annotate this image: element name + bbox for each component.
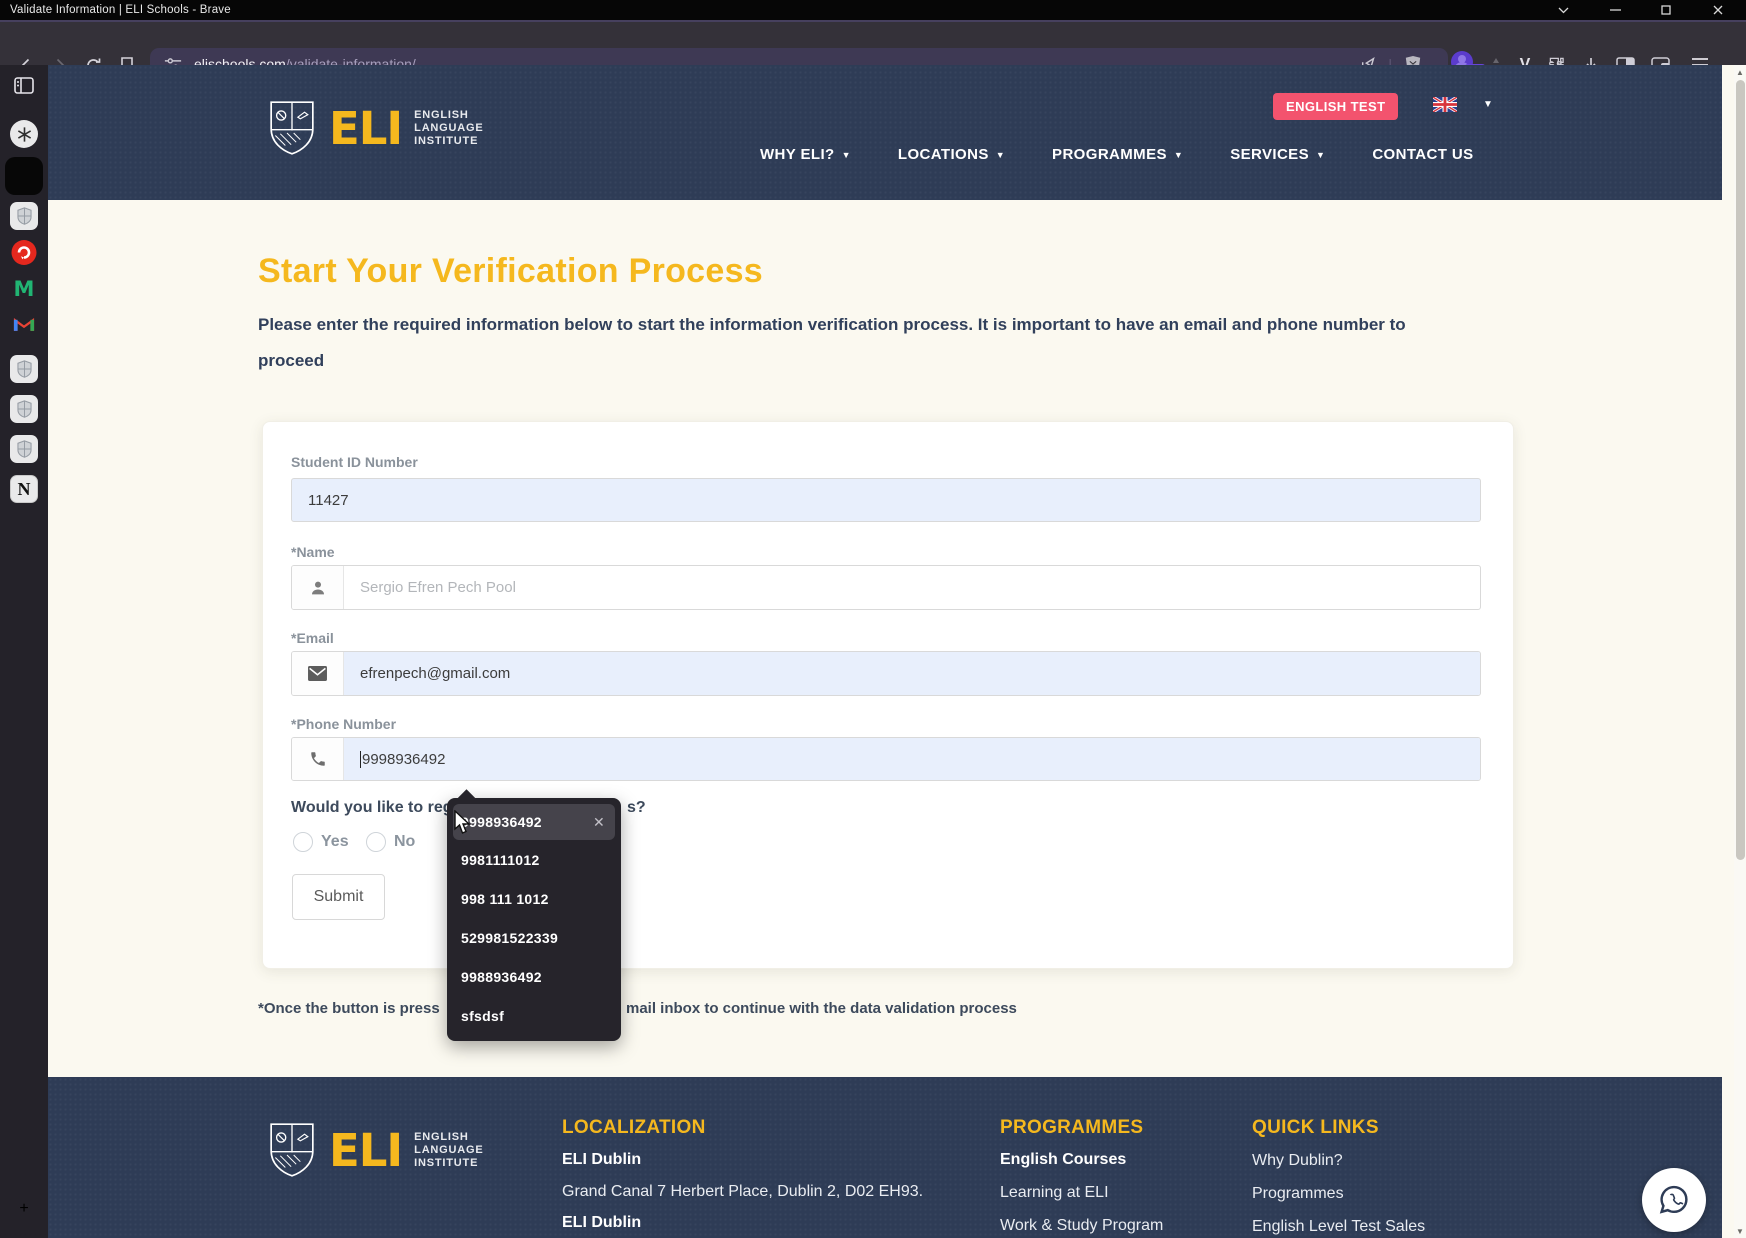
footer-quicklinks-column: QUICK LINKS Why Dublin? Programmes Engli… [1252, 1117, 1425, 1236]
scroll-down-arrow[interactable]: ▼ [1734, 1224, 1746, 1238]
footer-localization-column: LOCALIZATION ELI Dublin Grand Canal 7 He… [562, 1117, 923, 1232]
chatgpt-tab-icon[interactable] [10, 120, 38, 148]
page-scrollbar[interactable]: ▲ ▼ [1734, 65, 1746, 1238]
green-m-tab-icon[interactable]: M [14, 277, 35, 301]
active-tab[interactable] [5, 157, 43, 195]
minimize-button[interactable] [1598, 0, 1632, 20]
eli-tab-icon[interactable] [10, 202, 38, 230]
post-submit-note-right: mail inbox to continue with the data val… [626, 1000, 1017, 1017]
footer-link[interactable]: Why Dublin? [1252, 1152, 1425, 1170]
gmail-tab-icon[interactable] [13, 315, 35, 332]
quick-links-heading: QUICK LINKS [1252, 1117, 1425, 1139]
autofill-suggestion[interactable]: 9981111012 [447, 840, 621, 879]
footer-link[interactable]: English Courses [1000, 1151, 1163, 1169]
tab-search-button[interactable] [1546, 0, 1580, 20]
student-id-label: Student ID Number [291, 454, 418, 470]
phone-icon [292, 738, 344, 780]
phone-label: *Phone Number [291, 716, 396, 732]
student-id-input[interactable]: 11427 [291, 478, 1481, 522]
eli-tab-icon[interactable] [10, 355, 38, 383]
person-icon [292, 566, 344, 609]
nav-services[interactable]: SERVICES▼ [1230, 146, 1325, 163]
web-page: ELI ENGLISHLANGUAGEINSTITUTE WHY ELI?▼ L… [48, 65, 1734, 1238]
chevron-down-icon: ▼ [1483, 99, 1493, 110]
autofill-suggestion[interactable]: 998 111 1012 [447, 879, 621, 918]
remove-suggestion-icon[interactable]: ✕ [593, 814, 605, 831]
register-question-left: Would you like to regis [291, 799, 466, 817]
radio-no[interactable]: No [366, 832, 415, 852]
new-tab-button[interactable]: + [19, 1200, 28, 1218]
phone-value: 9998936492 [360, 751, 445, 768]
nav-contact-us[interactable]: CONTACT US [1372, 146, 1473, 163]
notion-tab-icon[interactable]: N [10, 475, 38, 503]
chevron-down-icon: ▼ [996, 150, 1005, 160]
footer-link[interactable]: Programmes [1252, 1185, 1425, 1203]
close-window-button[interactable] [1701, 0, 1735, 20]
name-input[interactable]: Sergio Efren Pech Pool [291, 565, 1481, 610]
nav-programmes[interactable]: PROGRAMMES▼ [1052, 146, 1183, 163]
register-question-right: s? [627, 799, 646, 817]
page-description-line2: proceed [258, 351, 324, 371]
name-label: *Name [291, 544, 335, 560]
window-title: Validate Information | ELI Schools - Bra… [10, 4, 231, 16]
eli-tab-icon[interactable] [10, 395, 38, 423]
email-icon [292, 652, 344, 695]
site-footer: ELI ENGLISHLANGUAGEINSTITUTE LOCALIZATIO… [48, 1077, 1722, 1238]
radio-yes[interactable]: Yes [293, 832, 349, 852]
main-nav: WHY ELI?▼ LOCATIONS▼ PROGRAMMES▼ SERVICE… [760, 146, 1474, 163]
red-app-tab-icon[interactable] [11, 239, 38, 266]
footer-eli-logo: ELI ENGLISHLANGUAGEINSTITUTE [267, 1120, 484, 1180]
mouse-cursor [453, 810, 475, 836]
footer-eli-dublin-1[interactable]: ELI Dublin [562, 1151, 923, 1169]
site-header: ELI ENGLISHLANGUAGEINSTITUTE WHY ELI?▼ L… [48, 65, 1722, 200]
sidebar-toggle-icon[interactable] [14, 77, 34, 94]
chevron-down-icon: ▼ [1174, 150, 1183, 160]
post-submit-note-left: *Once the button is press [258, 1000, 440, 1017]
footer-link[interactable]: Work & Study Program [1000, 1217, 1163, 1235]
footer-link[interactable]: Learning at ELI [1000, 1184, 1163, 1202]
radio-circle[interactable] [293, 832, 313, 852]
programmes-heading: PROGRAMMES [1000, 1117, 1163, 1139]
whatsapp-icon [1656, 1182, 1692, 1218]
footer-link[interactable]: English Level Test Sales [1252, 1218, 1425, 1236]
maximize-button[interactable] [1649, 0, 1683, 20]
whatsapp-button[interactable] [1642, 1168, 1706, 1232]
autofill-suggestion[interactable]: sfsdsf [447, 996, 621, 1035]
autofill-suggestion[interactable]: 9998936492 ✕ [453, 804, 615, 840]
phone-input[interactable]: 9998936492 [291, 737, 1481, 781]
footer-eli-dublin-2[interactable]: ELI Dublin [562, 1214, 923, 1232]
localization-heading: LOCALIZATION [562, 1117, 923, 1139]
email-input[interactable]: efrenpech@gmail.com [291, 651, 1481, 696]
nav-why-eli[interactable]: WHY ELI?▼ [760, 146, 851, 163]
footer-programmes-column: PROGRAMMES English Courses Learning at E… [1000, 1117, 1163, 1235]
submit-button[interactable]: Submit [292, 874, 385, 920]
chevron-down-icon: ▼ [1316, 150, 1325, 160]
language-selector[interactable]: ▼ [1433, 97, 1493, 112]
autofill-suggestion[interactable]: 9988936492 [447, 957, 621, 996]
scrollbar-thumb[interactable] [1736, 80, 1745, 860]
page-title: Start Your Verification Process [258, 252, 763, 291]
email-label: *Email [291, 630, 334, 646]
vertical-tab-strip: M N + [0, 65, 48, 1238]
browser-toolbar: elischools.com/validate-information/ | 5… [0, 20, 1746, 65]
nav-locations[interactable]: LOCATIONS▼ [898, 146, 1005, 163]
uk-flag-icon [1433, 97, 1457, 112]
page-description-line1: Please enter the required information be… [258, 315, 1406, 335]
footer-address: Grand Canal 7 Herbert Place, Dublin 2, D… [562, 1183, 923, 1201]
chevron-down-icon: ▼ [842, 150, 851, 160]
autofill-suggestion[interactable]: 529981522339 [447, 918, 621, 957]
radio-circle[interactable] [366, 832, 386, 852]
scroll-up-arrow[interactable]: ▲ [1734, 65, 1746, 79]
english-test-button[interactable]: ENGLISH TEST [1273, 93, 1398, 120]
window-titlebar: Validate Information | ELI Schools - Bra… [0, 0, 1746, 20]
eli-logo[interactable]: ELI ENGLISHLANGUAGEINSTITUTE [267, 98, 484, 158]
eli-tab-icon[interactable] [10, 435, 38, 463]
